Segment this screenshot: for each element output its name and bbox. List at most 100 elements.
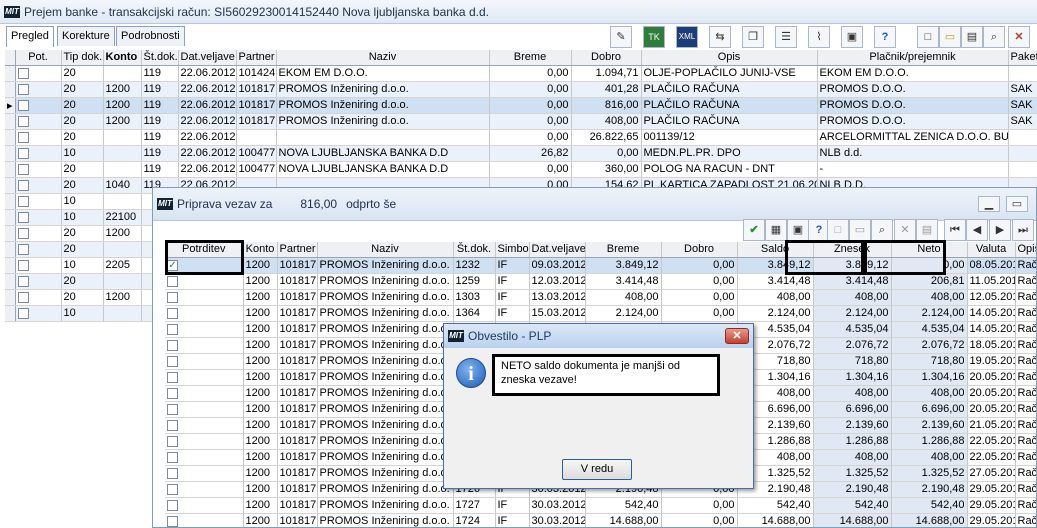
col-p-dat-veljave[interactable]: Dat.veljave <box>529 242 586 258</box>
copy-icon[interactable]: ❐ <box>742 26 764 48</box>
pot-checkbox-cell[interactable] <box>15 209 62 226</box>
pot-checkbox[interactable] <box>17 163 29 175</box>
attach-icon[interactable]: ⌇ <box>808 26 830 48</box>
potrditev-checkbox[interactable] <box>167 467 178 479</box>
potrditev-checkbox[interactable] <box>167 387 178 399</box>
pot-checkbox-cell[interactable] <box>15 241 62 258</box>
pot-checkbox[interactable] <box>17 227 29 239</box>
tab-podrobnosti[interactable]: Podrobnosti <box>116 26 185 46</box>
col-tip-dok[interactable]: Tip dok. <box>61 50 104 66</box>
edit-list-icon[interactable]: ☰ <box>775 26 797 48</box>
table-row[interactable]: 1200 101817 PROMOS Inženiring d.o.o. 1727 IF… <box>165 497 1036 514</box>
col-p-saldo[interactable]: Saldo <box>737 242 814 258</box>
help-icon[interactable]: ? <box>874 26 896 48</box>
col-p-simbol[interactable]: Simbol <box>495 242 530 258</box>
pencil-icon[interactable]: ✎ <box>610 26 632 48</box>
first-record-icon[interactable]: ⏮ <box>944 219 966 241</box>
potrditev-checkbox[interactable] <box>167 307 178 319</box>
potrditev-cell[interactable] <box>165 273 244 290</box>
pot-checkbox[interactable] <box>17 211 29 223</box>
table-row[interactable]: 1200 101817 PROMOS Inženiring d.o.o. 1303 IF… <box>165 289 1036 306</box>
pot-checkbox[interactable] <box>17 99 29 111</box>
table-row[interactable]: 10 119 22.06.2012 100477 NOVA LJUBLJANSKA BA… <box>5 145 1037 162</box>
save-icon[interactable]: ▤ <box>961 26 983 48</box>
potrditev-cell[interactable] <box>165 321 244 338</box>
potrditev-cell[interactable] <box>165 353 244 370</box>
delete-small-icon[interactable]: ✕ <box>894 219 916 241</box>
pot-checkbox-cell[interactable] <box>15 193 62 210</box>
pot-checkbox-cell[interactable] <box>15 305 62 322</box>
table-row[interactable]: ▸ 20 1200 119 22.06.2012 101817 PROMOS Inženir… <box>5 97 1037 114</box>
table-row[interactable]: 1200 101817 PROMOS Inženiring d.o.o. 1259 IF… <box>165 273 1036 290</box>
potrditev-checkbox[interactable] <box>167 339 178 351</box>
pot-checkbox[interactable] <box>17 291 29 303</box>
tab-korekture[interactable]: Korekture <box>57 26 115 46</box>
potrditev-cell[interactable] <box>165 385 244 402</box>
potrditev-cell[interactable] <box>165 305 244 322</box>
pot-checkbox-cell[interactable] <box>15 177 62 194</box>
next-record-icon[interactable]: ▶ <box>989 219 1011 241</box>
potrditev-cell[interactable] <box>165 449 244 466</box>
potrditev-cell[interactable] <box>165 513 244 527</box>
potrditev-cell[interactable] <box>165 337 244 354</box>
potrditev-checkbox[interactable] <box>167 515 178 527</box>
col-dobro[interactable]: Dobro <box>571 50 642 66</box>
pot-checkbox[interactable] <box>17 179 29 191</box>
col-p-opis[interactable]: Opis <box>1015 242 1036 258</box>
search-icon[interactable]: ⌕ <box>983 26 1005 48</box>
prev-record-icon[interactable]: ◀ <box>966 219 988 241</box>
pot-checkbox-cell[interactable] <box>15 145 62 162</box>
potrditev-checkbox[interactable] <box>167 483 178 495</box>
col-pot[interactable]: Pot. <box>15 50 62 66</box>
maximize-icon[interactable]: ▭ <box>1006 196 1028 212</box>
table-row[interactable]: 20 119 22.06.2012 101424 EKOM EM D.O.O. 0,00 1… <box>5 65 1037 82</box>
xml-icon[interactable]: XML <box>676 26 698 48</box>
col-p-dobro[interactable]: Dobro <box>661 242 738 258</box>
new-document-icon[interactable]: □ <box>917 26 939 48</box>
potrditev-cell[interactable] <box>165 417 244 434</box>
search-small-icon[interactable]: ⌕ <box>871 219 893 241</box>
pot-checkbox[interactable] <box>17 195 29 207</box>
potrditev-checkbox[interactable] <box>167 403 178 415</box>
col-konto[interactable]: Konto ▼ <box>103 50 142 66</box>
potrditev-cell[interactable]: ✓ <box>165 257 244 274</box>
potrditev-checkbox[interactable] <box>167 451 178 463</box>
grid-icon[interactable]: ▦ <box>765 219 787 241</box>
pot-checkbox[interactable] <box>17 67 29 79</box>
open-folder-icon[interactable]: ▭ <box>939 26 961 48</box>
potrditev-checkbox[interactable] <box>167 499 178 511</box>
pot-checkbox[interactable] <box>17 83 29 95</box>
confirm-check-icon[interactable]: ✔ <box>743 219 765 241</box>
potrditev-checkbox[interactable] <box>167 323 178 335</box>
pot-checkbox[interactable] <box>17 275 29 287</box>
monitor-icon[interactable]: ▣ <box>841 26 863 48</box>
tab-pregled[interactable]: Pregled <box>6 26 54 47</box>
table-row[interactable]: 20 1200 119 22.06.2012 101817 PROMOS Inženiri… <box>5 113 1037 130</box>
col-p-breme[interactable]: Breme <box>585 242 662 258</box>
col-p-naziv[interactable]: Naziv <box>317 242 454 258</box>
pot-checkbox-cell[interactable] <box>15 113 62 130</box>
potrditev-checkbox[interactable] <box>167 355 178 367</box>
pot-checkbox-cell[interactable] <box>15 161 62 178</box>
col-p-st-dok[interactable]: Št.dok. <box>453 242 496 258</box>
table-row[interactable]: 1200 101817 PROMOS Inženiring d.o.o. 1724 IF… <box>165 513 1036 527</box>
potrditev-cell[interactable] <box>165 497 244 514</box>
col-naziv[interactable]: Naziv <box>276 50 490 66</box>
pot-checkbox[interactable] <box>17 307 29 319</box>
table-row[interactable]: 20 1200 119 22.06.2012 101817 PROMOS Inženiri… <box>5 81 1037 98</box>
col-st-dok[interactable]: Št.dok. <box>141 50 179 66</box>
pot-checkbox[interactable] <box>17 259 29 271</box>
col-placnik[interactable]: Plačnik/prejemnik <box>817 50 1009 66</box>
dialog-close-icon[interactable]: ✕ <box>725 328 749 344</box>
pot-checkbox[interactable] <box>17 131 29 143</box>
folder-small-icon[interactable]: ▭ <box>849 219 871 241</box>
transfer-icon[interactable]: ⇆ <box>709 26 731 48</box>
pot-checkbox[interactable] <box>17 243 29 255</box>
potrditev-checkbox[interactable]: ✓ <box>167 259 178 271</box>
col-potrditev[interactable]: Potrditev <box>165 242 244 258</box>
pot-checkbox-cell[interactable] <box>15 273 62 290</box>
table-row[interactable]: ✓ 1200 101817 PROMOS Inženiring d.o.o. 1232 I… <box>165 257 1036 274</box>
ok-button[interactable]: V redu <box>562 459 632 480</box>
col-breme[interactable]: Breme <box>489 50 572 66</box>
print-small-icon[interactable]: ▤ <box>916 219 938 241</box>
